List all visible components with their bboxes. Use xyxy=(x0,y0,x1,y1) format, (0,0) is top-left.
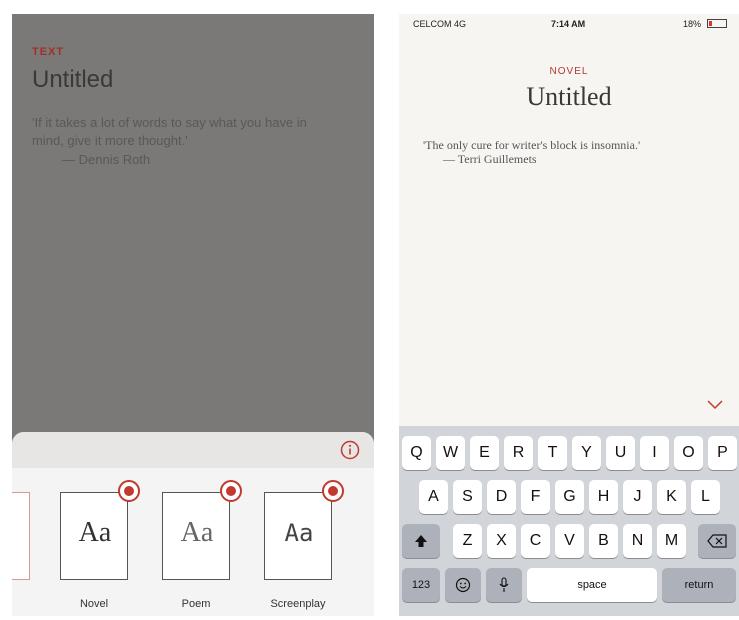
right-screen: CELCOM 4G 7:14 AM 18% NOVEL Untitled 'Th… xyxy=(399,14,739,616)
emoji-icon xyxy=(455,577,471,593)
key-g[interactable]: G xyxy=(555,480,584,514)
key-n[interactable]: N xyxy=(623,524,652,558)
favorite-badge-icon[interactable] xyxy=(118,480,140,502)
clock: 7:14 AM xyxy=(551,19,586,29)
template-thumbnail: Aa xyxy=(60,492,128,580)
key-c[interactable]: C xyxy=(521,524,550,558)
quote-author: — Dennis Roth xyxy=(62,152,151,167)
backspace-icon xyxy=(707,534,727,548)
template-partial-previous[interactable] xyxy=(12,492,30,580)
key-l[interactable]: L xyxy=(691,480,720,514)
chevron-down-icon[interactable] xyxy=(707,400,723,410)
placeholder-quote: 'The only cure for writer's block is ins… xyxy=(423,138,641,152)
space-key[interactable]: space xyxy=(527,568,657,602)
info-circle-icon[interactable] xyxy=(340,440,360,460)
favorite-badge-icon[interactable] xyxy=(220,480,242,502)
key-o[interactable]: O xyxy=(674,436,703,470)
left-screen: TEXT Untitled 'If it takes a lot of word… xyxy=(12,14,374,616)
keyboard: Q W E R T Y U I O P A S D F G H J K L Z … xyxy=(399,426,739,616)
key-e[interactable]: E xyxy=(470,436,499,470)
key-v[interactable]: V xyxy=(555,524,584,558)
key-k[interactable]: K xyxy=(657,480,686,514)
quote-author: — Terri Guillemets xyxy=(443,152,537,166)
dictation-key[interactable] xyxy=(486,568,522,602)
template-thumbnail: Aa xyxy=(264,492,332,580)
backspace-key[interactable] xyxy=(698,524,736,558)
battery-percent: 18% xyxy=(682,19,701,29)
microphone-icon xyxy=(499,577,509,593)
document-title[interactable]: Untitled xyxy=(399,82,739,112)
key-q[interactable]: Q xyxy=(402,436,431,470)
shift-key[interactable] xyxy=(402,524,440,558)
template-glyph: Aa xyxy=(78,517,112,548)
key-s[interactable]: S xyxy=(453,480,482,514)
template-thumbnail: Aa xyxy=(162,492,230,580)
key-w[interactable]: W xyxy=(436,436,465,470)
key-i[interactable]: I xyxy=(640,436,669,470)
sheet-header xyxy=(12,432,374,468)
battery-icon xyxy=(707,19,727,28)
key-z[interactable]: Z xyxy=(453,524,482,558)
key-d[interactable]: D xyxy=(487,480,516,514)
document-title[interactable]: Untitled xyxy=(32,66,113,94)
template-picker-sheet: Aa Novel Aa Poem Aa Screenplay xyxy=(12,432,374,616)
key-y[interactable]: Y xyxy=(572,436,601,470)
key-b[interactable]: B xyxy=(589,524,618,558)
key-u[interactable]: U xyxy=(606,436,635,470)
return-key[interactable]: return xyxy=(662,568,736,602)
document-category: TEXT xyxy=(32,46,65,58)
template-label: Poem xyxy=(181,598,211,610)
key-m[interactable]: M xyxy=(657,524,686,558)
document-category: NOVEL xyxy=(549,66,589,77)
key-x[interactable]: X xyxy=(487,524,516,558)
key-h[interactable]: H xyxy=(589,480,618,514)
key-a[interactable]: A xyxy=(419,480,448,514)
template-label: Screenplay xyxy=(270,598,326,610)
favorite-badge-icon[interactable] xyxy=(322,480,344,502)
key-t[interactable]: T xyxy=(538,436,567,470)
key-p[interactable]: P xyxy=(708,436,737,470)
key-j[interactable]: J xyxy=(623,480,652,514)
template-glyph: Aa xyxy=(180,517,214,548)
status-bar: CELCOM 4G 7:14 AM 18% xyxy=(399,14,739,34)
template-label: Novel xyxy=(79,598,109,610)
carrier-label: CELCOM 4G xyxy=(413,19,467,29)
key-r[interactable]: R xyxy=(504,436,533,470)
shift-icon xyxy=(415,535,427,548)
template-glyph: Aa xyxy=(284,519,314,547)
emoji-key[interactable] xyxy=(445,568,481,602)
numbers-key[interactable]: 123 xyxy=(402,568,440,602)
placeholder-quote: 'If it takes a lot of words to say what … xyxy=(32,115,307,148)
key-f[interactable]: F xyxy=(521,480,550,514)
